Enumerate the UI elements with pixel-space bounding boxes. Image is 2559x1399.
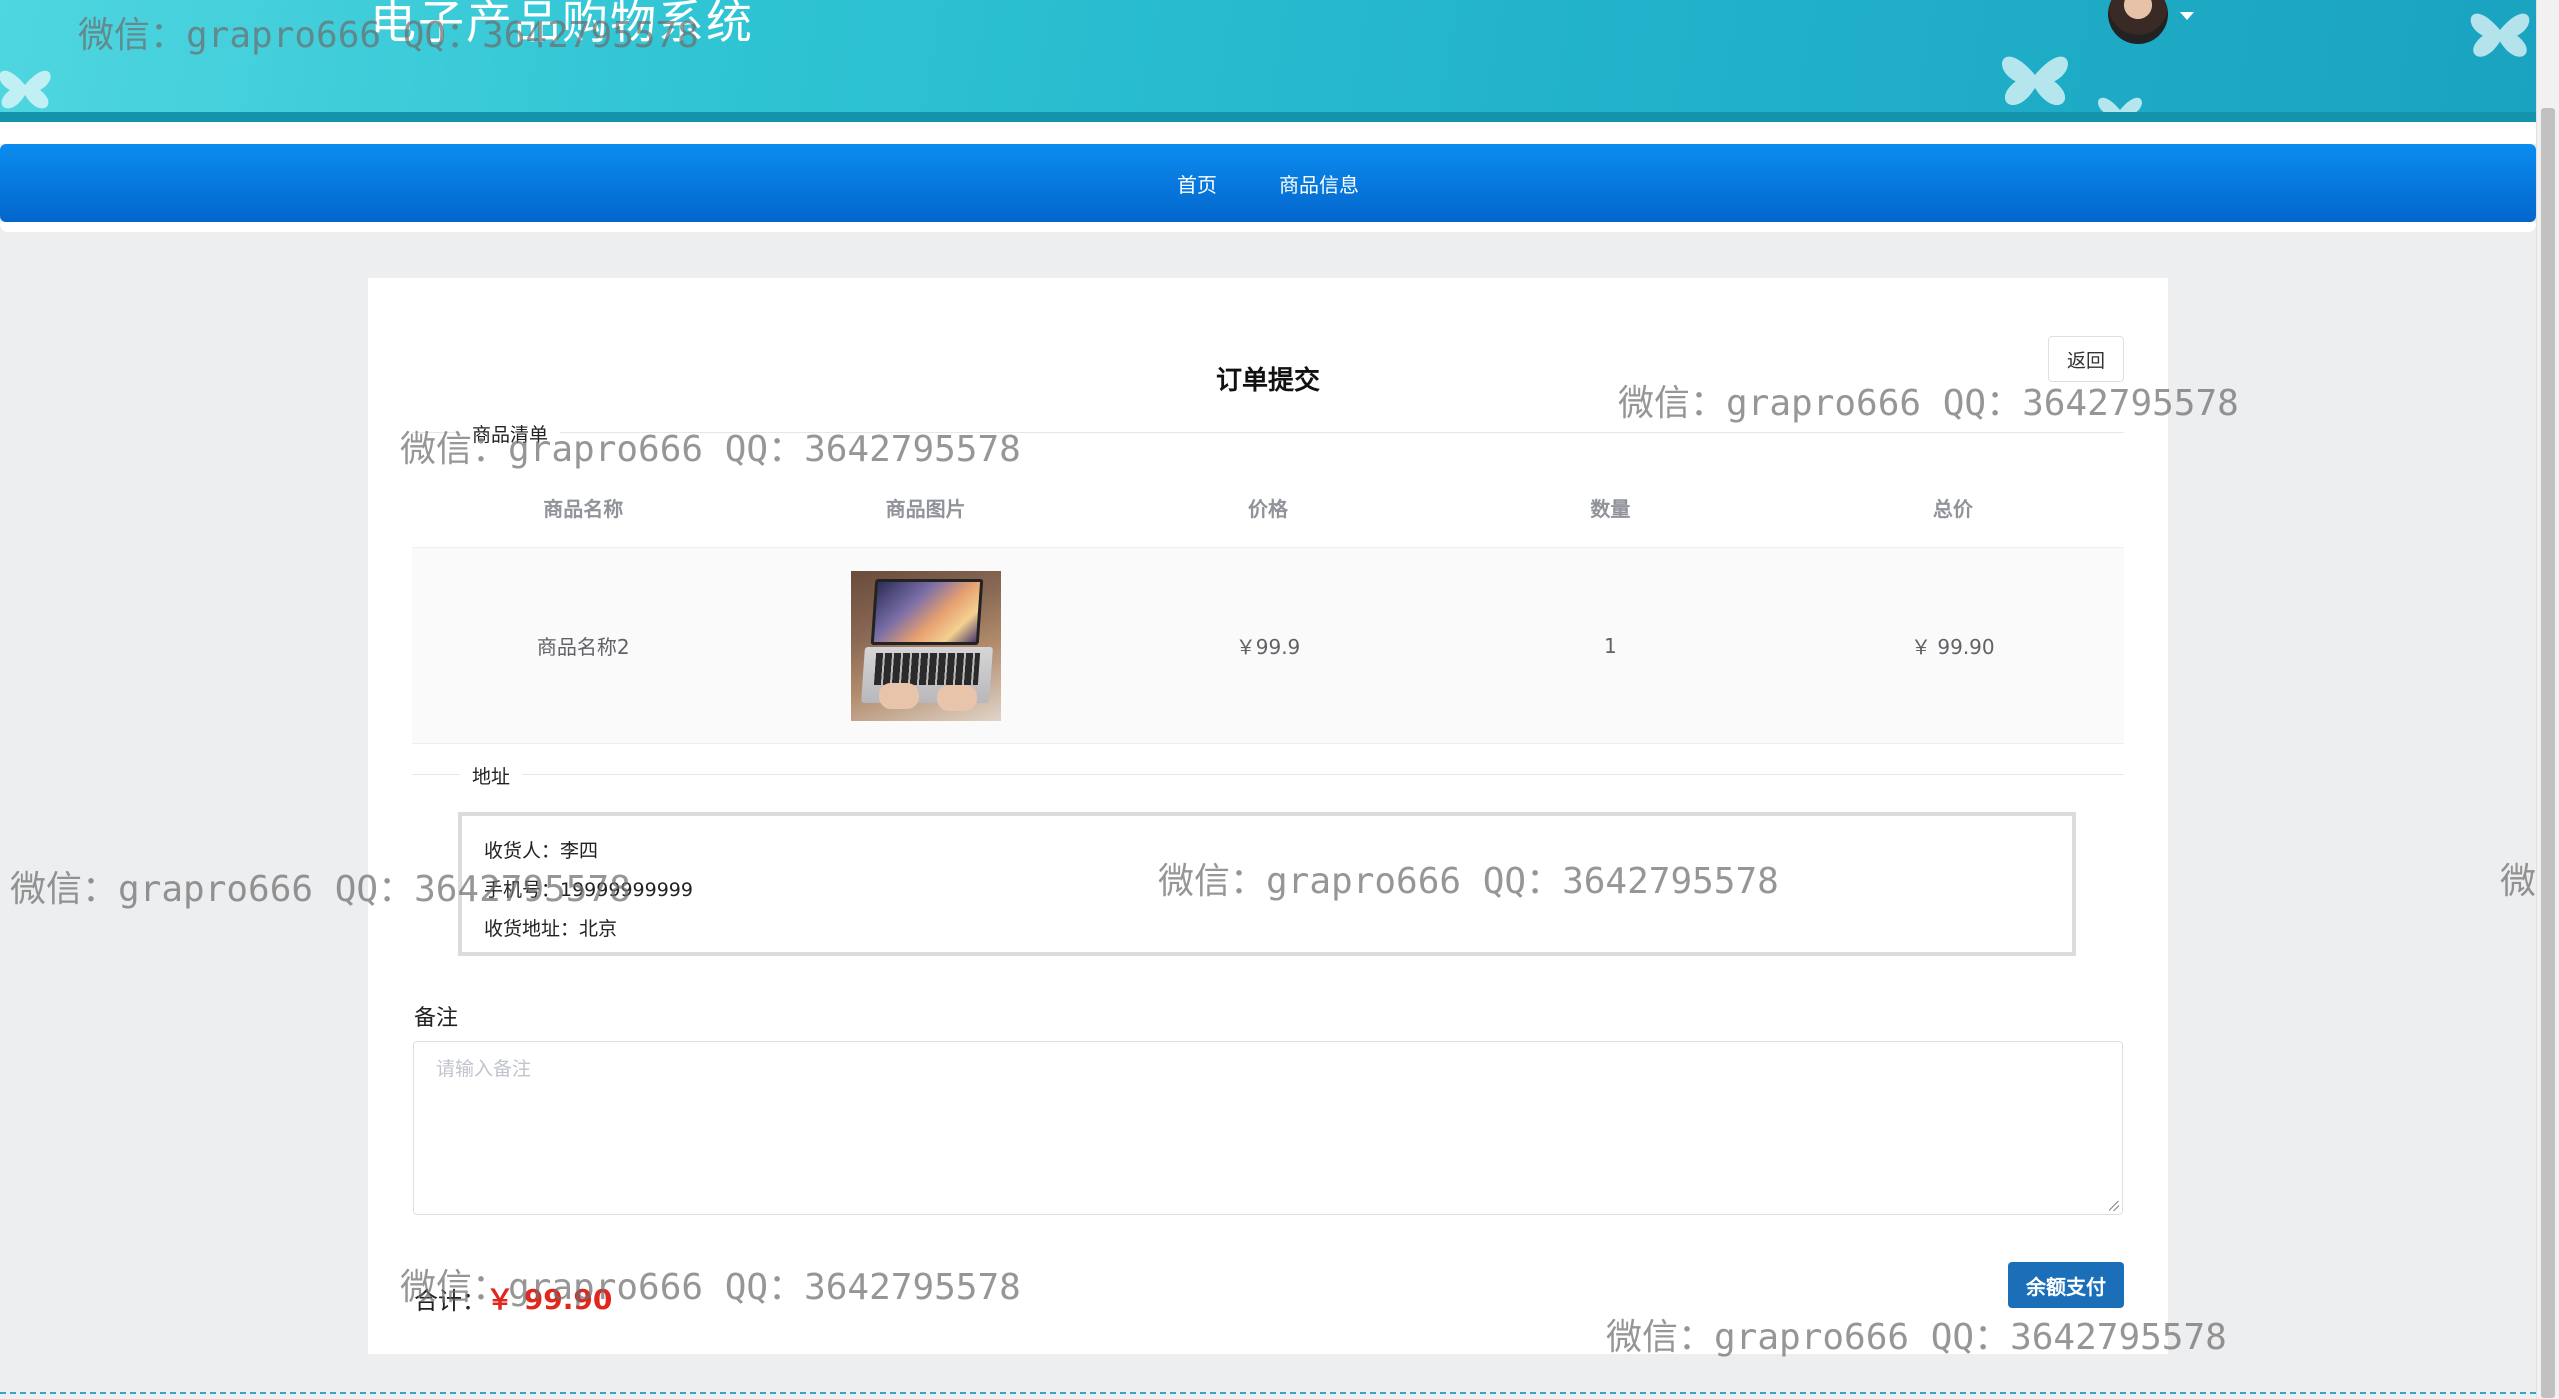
banner-gap	[0, 122, 2536, 144]
watermark: 微信：grapro666 QQ：3642795578	[400, 1267, 1021, 1308]
remark-label: 备注	[414, 1006, 459, 1031]
chevron-down-icon[interactable]	[2180, 12, 2194, 20]
cell-product-name: 商品名称2	[536, 635, 630, 659]
main-nav: 首页 商品信息	[0, 144, 2536, 222]
column-header-image: 商品图片	[885, 497, 966, 521]
page-scrollbar[interactable]	[2536, 0, 2559, 1399]
nav-underline	[0, 222, 2536, 232]
butterfly-decoration-icon	[2098, 97, 2142, 122]
cell-price: ￥99.9	[1235, 635, 1301, 659]
watermark: 微信：grapro666 QQ：3642795578	[1606, 1317, 2227, 1358]
address-divider	[412, 774, 2124, 775]
column-header-price: 价格	[1248, 497, 1289, 521]
footer-dashed-line	[0, 1392, 2536, 1394]
watermark: 微信：grapro666 QQ：3642795578	[1618, 383, 2239, 424]
cell-product-image	[754, 570, 1096, 721]
column-header-quantity: 数量	[1590, 497, 1631, 521]
goods-table: 商品名称 商品图片 价格 数量 总价 商品名称2 ￥99.9 1 ￥ 99.90	[412, 468, 2124, 744]
product-image	[850, 570, 1001, 721]
user-avatar[interactable]	[2108, 0, 2168, 44]
butterfly-decoration-icon	[0, 70, 51, 109]
watermark: 微信：grapro666 QQ：3642795578	[78, 15, 699, 56]
cell-quantity: 1	[1604, 633, 1617, 658]
resize-grip-icon[interactable]	[2109, 1201, 2119, 1211]
nav-item-products[interactable]: 商品信息	[1279, 169, 1359, 198]
table-header: 商品名称 商品图片 价格 数量 总价	[412, 468, 2124, 548]
watermark: 微信：grapro666 QQ：3642795578	[10, 869, 631, 910]
column-header-total: 总价	[1932, 497, 1973, 521]
address-section-label: 地址	[460, 762, 523, 789]
remark-textarea[interactable]: 请输入备注	[413, 1041, 2123, 1215]
watermark: 微信：grapro666 QQ：3642795578	[1158, 861, 1779, 902]
watermark: 微信：grapro666 QQ：3642795578	[400, 429, 1021, 470]
column-header-name: 商品名称	[543, 497, 624, 521]
butterfly-decoration-icon	[2002, 56, 2068, 106]
balance-pay-button[interactable]: 余额支付	[2008, 1262, 2124, 1308]
butterfly-decoration-icon	[2470, 13, 2530, 57]
table-row: 商品名称2 ￥99.9 1 ￥ 99.90	[412, 548, 2124, 744]
scrollbar-thumb[interactable]	[2541, 108, 2555, 1398]
address-location: 收货地址：北京	[484, 918, 618, 940]
nav-item-home[interactable]: 首页	[1177, 169, 1217, 198]
watermark: 微信：grapro666 QQ：3642795578	[2500, 861, 2536, 902]
remark-placeholder: 请输入备注	[436, 1058, 532, 1080]
cell-total: ￥ 99.90	[1911, 635, 1995, 659]
